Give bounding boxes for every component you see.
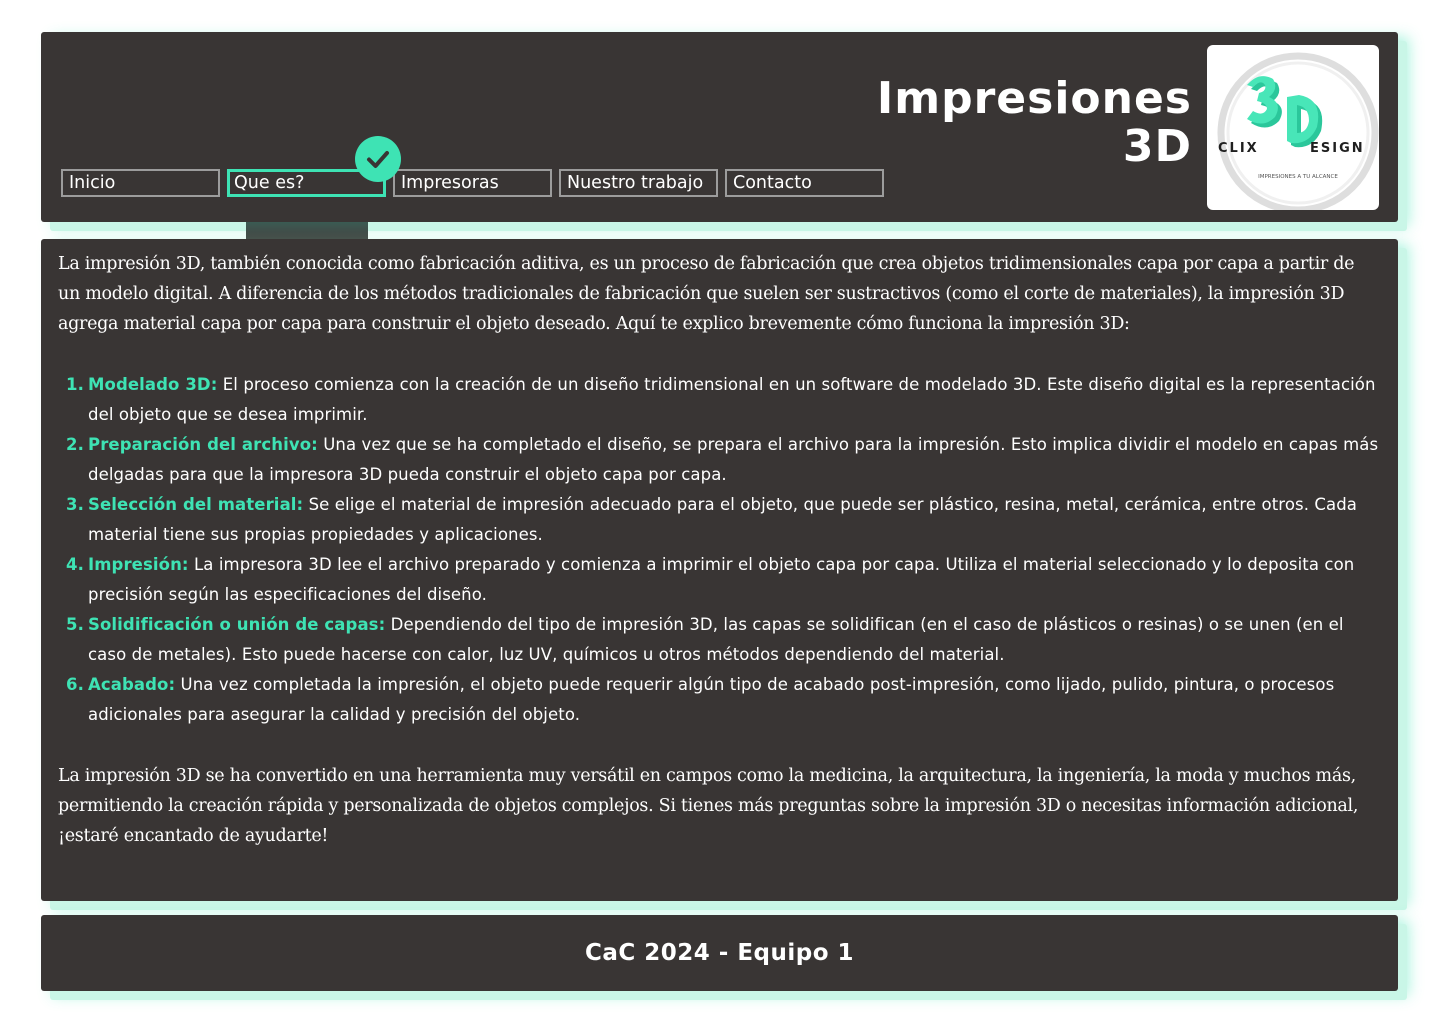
- step-title: Modelado 3D:: [88, 375, 218, 394]
- site-title-line-2: 3D: [1122, 121, 1192, 172]
- clix-design-logo: CLIX ESIGN IMPRESIONES A TU ALCANCE: [1217, 52, 1379, 210]
- step-title: Impresión:: [88, 555, 189, 574]
- nav-link-impresoras[interactable]: Impresoras: [393, 169, 552, 197]
- site-title-line-1: Impresiones: [876, 73, 1192, 124]
- brand-logo[interactable]: CLIX ESIGN IMPRESIONES A TU ALCANCE: [1207, 45, 1379, 210]
- list-item: 1. Modelado 3D: El proceso comienza con l…: [66, 370, 1381, 430]
- nav-link-inicio[interactable]: Inicio: [61, 169, 220, 197]
- logo-word-right: ESIGN: [1310, 141, 1365, 156]
- main-content: La impresión 3D, también conocida como f…: [41, 239, 1398, 901]
- outro-paragraph: La impresión 3D se ha convertido en una …: [58, 766, 1359, 846]
- step-title: Acabado:: [88, 675, 176, 694]
- step-title: Preparación del archivo:: [88, 435, 318, 454]
- active-tab-indicator: [246, 222, 368, 239]
- step-number: 1.: [66, 375, 84, 394]
- step-number: 6.: [66, 675, 84, 694]
- logo-tagline: IMPRESIONES A TU ALCANCE: [1258, 174, 1338, 180]
- site-footer: CaC 2024 - Equipo 1: [41, 915, 1398, 991]
- step-number: 2.: [66, 435, 84, 454]
- step-text: El proceso comienza con la creación de u…: [88, 375, 1376, 424]
- logo-3d-mark: [1247, 76, 1323, 148]
- site-header: Inicio Que es? Impresoras Nuestro trabaj…: [41, 32, 1398, 239]
- logo-word-left: CLIX: [1218, 141, 1259, 156]
- step-title: Selección del material:: [88, 495, 304, 514]
- nav-link-contacto[interactable]: Contacto: [725, 169, 884, 197]
- step-number: 5.: [66, 615, 84, 634]
- step-number: 4.: [66, 555, 84, 574]
- list-item: 2. Preparación del archivo: Una vez que s…: [66, 430, 1381, 490]
- step-title: Solidificación o unión de capas:: [88, 615, 386, 634]
- list-item: 4. Impresión: La impresora 3D lee el arch…: [66, 550, 1381, 610]
- step-text: La impresora 3D lee el archivo preparado…: [88, 555, 1355, 604]
- intro-paragraph: La impresión 3D, también conocida como f…: [58, 254, 1355, 334]
- step-text: Una vez completada la impresión, el obje…: [88, 675, 1335, 724]
- steps-list: 1. Modelado 3D: El proceso comienza con l…: [58, 370, 1381, 730]
- check-icon: [355, 136, 401, 182]
- list-item: 5. Solidificación o unión de capas: Depen…: [66, 610, 1381, 670]
- list-item: 6. Acabado: Una vez completada la impresi…: [66, 670, 1381, 730]
- site-title: Impresiones 3D: [877, 75, 1192, 171]
- list-item: 3. Selección del material: Se elige el ma…: [66, 490, 1381, 550]
- step-number: 3.: [66, 495, 84, 514]
- nav-link-nuestro-trabajo[interactable]: Nuestro trabajo: [559, 169, 718, 197]
- footer-credit: CaC 2024 - Equipo 1: [584, 940, 855, 966]
